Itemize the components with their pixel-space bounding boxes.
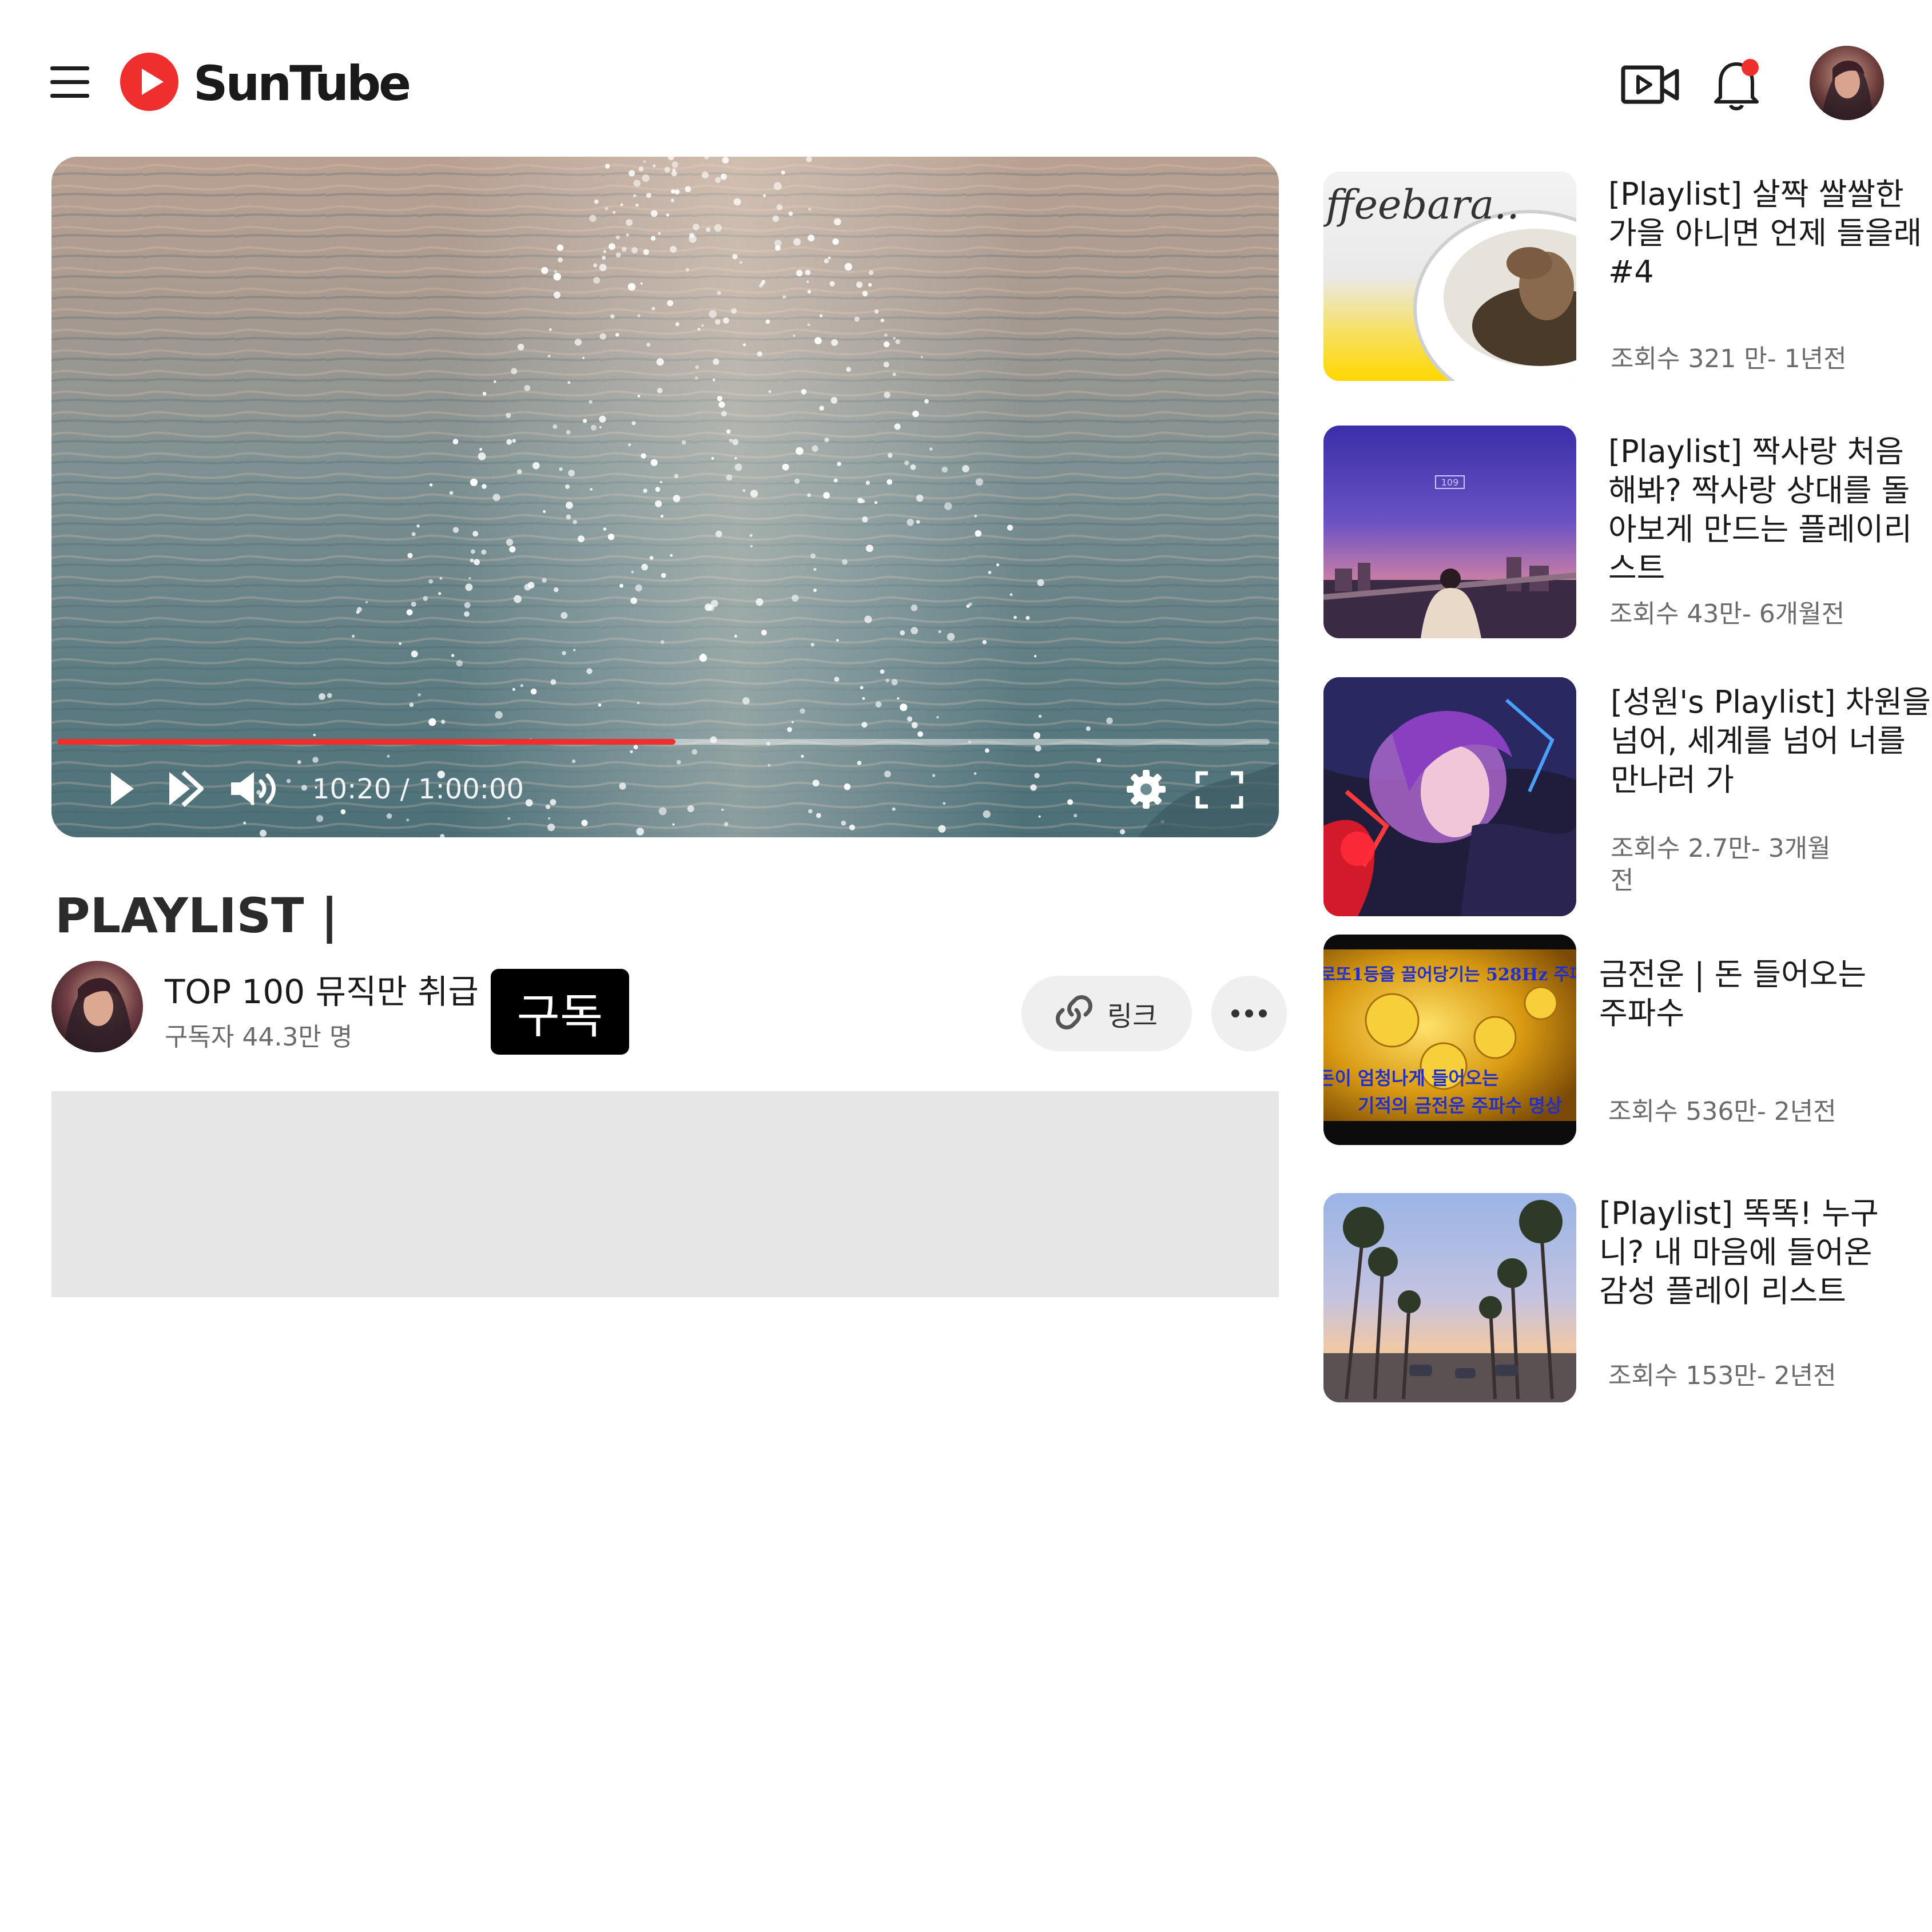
video-player[interactable]: 10:20 / 1:00:00 bbox=[51, 157, 1279, 837]
channel-name[interactable]: TOP 100 뮤직만 취급 bbox=[165, 970, 479, 1013]
settings-gear-icon[interactable] bbox=[1126, 769, 1167, 810]
recommendation-item[interactable]: [성원's Playlist] 차원을 넘어, 세계를 넘어 너를 만나러 가 … bbox=[1323, 677, 1931, 917]
svg-text:돈이 엄청나게 들어오는: 돈이 엄청나게 들어오는 bbox=[1323, 1067, 1499, 1089]
time-display: 10:20 / 1:00:00 bbox=[312, 773, 524, 805]
notification-dot bbox=[1742, 59, 1759, 76]
recommendation-item[interactable]: 로또1등을 끌어당기는 528Hz 주파수 돈이 엄청나게 들어오는 기적의 금… bbox=[1323, 935, 1907, 1147]
recommendation-item[interactable]: 109 [Playlist] 짝사랑 처음 해봐? 짝사랑 상대를 돌아보게 만… bbox=[1323, 426, 1912, 638]
channel-avatar[interactable] bbox=[51, 961, 143, 1052]
svg-text:로또1등을 끌어당기는 528Hz 주파수: 로또1등을 끌어당기는 528Hz 주파수 bbox=[1323, 965, 1576, 985]
recommendation-thumbnail[interactable]: 로또1등을 끌어당기는 528Hz 주파수 돈이 엄청나게 들어오는 기적의 금… bbox=[1323, 935, 1576, 1145]
description-box[interactable] bbox=[51, 1091, 1279, 1297]
hamburger-menu-icon[interactable] bbox=[50, 66, 89, 98]
subscriber-count: 구독자 44.3만 명 bbox=[165, 1023, 353, 1052]
recommendation-thumbnail[interactable]: ffeebara.. bbox=[1323, 172, 1576, 381]
link-icon bbox=[1055, 994, 1092, 1033]
recommendation-title[interactable]: 금전운 | 돈 들어오는 주파수 bbox=[1599, 955, 1897, 1033]
app-logo-text[interactable]: SunTube bbox=[193, 55, 411, 112]
user-avatar[interactable] bbox=[1810, 46, 1884, 120]
volume-icon[interactable] bbox=[229, 769, 281, 809]
video-frame-image bbox=[51, 157, 1279, 837]
recommendation-title[interactable]: [Playlist] 짝사랑 처음 해봐? 짝사랑 상대를 돌아보게 만드는 플… bbox=[1608, 432, 1929, 588]
recommendation-item[interactable]: ffeebara.. [Playlist] 살짝 쌀쌀한 가을 아니면 언제 들… bbox=[1323, 172, 1922, 383]
recommendation-title[interactable]: [Playlist] 똑똑! 누구니? 내 마음에 들어온 감성 플레이 리스트 bbox=[1599, 1194, 1908, 1311]
svg-text:109: 109 bbox=[1441, 477, 1459, 488]
video-title: PLAYLIST | bbox=[55, 888, 339, 944]
recommendation-title[interactable]: [Playlist] 살짝 쌀쌀한 가을 아니면 언제 들을래 #4 bbox=[1608, 175, 1929, 292]
recommendation-title[interactable]: [성원's Playlist] 차원을 넘어, 세계를 넘어 너를 만나러 가 bbox=[1611, 683, 1931, 800]
video-camera-icon[interactable] bbox=[1621, 64, 1679, 105]
recommendation-thumbnail[interactable] bbox=[1323, 1193, 1576, 1402]
svg-text:ffeebara..: ffeebara.. bbox=[1323, 181, 1520, 228]
recommendation-meta: 조회수 321 만- 1년전 bbox=[1611, 344, 1847, 373]
fullscreen-icon[interactable] bbox=[1195, 771, 1243, 809]
recommendation-meta: 조회수 2.7만- 3개월전 bbox=[1611, 834, 1831, 895]
more-horizontal-icon bbox=[1231, 1009, 1267, 1017]
link-button-label: 링크 bbox=[1107, 1000, 1158, 1032]
progress-bar-fill bbox=[57, 739, 676, 745]
more-options-button[interactable] bbox=[1211, 976, 1287, 1051]
recommendation-meta: 조회수 153만- 2년전 bbox=[1608, 1361, 1836, 1390]
suntube-logo-icon[interactable] bbox=[120, 53, 178, 111]
next-icon[interactable] bbox=[166, 769, 204, 809]
recommendation-item[interactable]: [Playlist] 똑똑! 누구니? 내 마음에 들어온 감성 플레이 리스트… bbox=[1323, 1193, 1907, 1405]
progress-bar[interactable] bbox=[57, 739, 1270, 745]
recommendation-meta: 조회수 536만- 2년전 bbox=[1608, 1097, 1836, 1126]
share-link-button[interactable]: 링크 bbox=[1021, 976, 1192, 1051]
recommendation-meta: 조회수 43만- 6개월전 bbox=[1609, 599, 1845, 629]
svg-text:기적의 금전운 주파수 명상: 기적의 금전운 주파수 명상 bbox=[1358, 1095, 1562, 1116]
bell-icon[interactable] bbox=[1710, 57, 1763, 112]
play-icon[interactable] bbox=[104, 769, 138, 809]
recommendation-thumbnail[interactable]: 109 bbox=[1323, 426, 1576, 638]
recommendation-thumbnail[interactable] bbox=[1323, 677, 1576, 916]
subscribe-button[interactable]: 구독 bbox=[491, 969, 629, 1055]
